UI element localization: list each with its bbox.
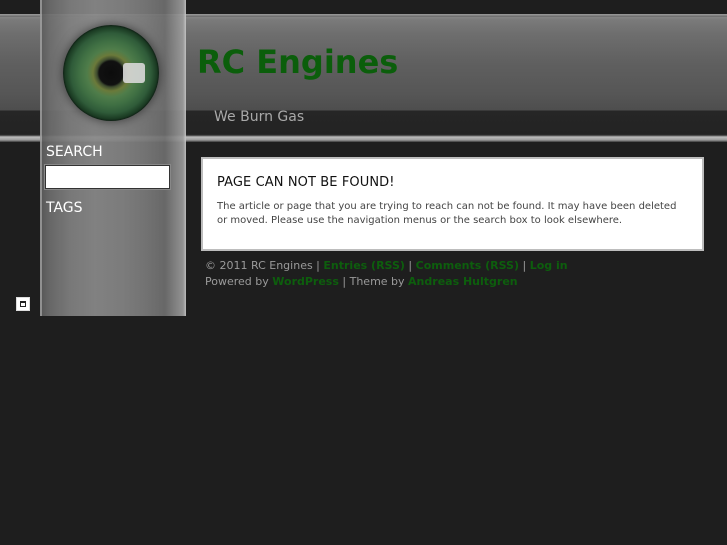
theme-author-link[interactable]: Andreas Hultgren xyxy=(408,275,518,288)
footer: © 2011 RC Engines | Entries (RSS) | Comm… xyxy=(205,258,568,290)
footer-line-2: Powered by WordPress | Theme by Andreas … xyxy=(205,274,568,290)
search-heading: SEARCH xyxy=(46,144,103,160)
entries-rss-link[interactable]: Entries (RSS) xyxy=(323,259,405,272)
comments-rss-link[interactable]: Comments (RSS) xyxy=(416,259,519,272)
wordpress-link[interactable]: WordPress xyxy=(272,275,339,288)
widget-icon-glyph xyxy=(20,301,26,307)
not-found-message: The article or page that you are trying … xyxy=(217,201,677,226)
site-tagline: We Burn Gas xyxy=(214,109,305,125)
login-link[interactable]: Log in xyxy=(530,259,568,272)
widget-icon[interactable] xyxy=(16,297,30,311)
search-input[interactable] xyxy=(44,164,171,190)
tags-heading: TAGS xyxy=(46,200,83,216)
footer-separator: | xyxy=(408,259,413,272)
not-found-heading: PAGE CAN NOT BE FOUND! xyxy=(217,175,395,190)
sidebar-edge xyxy=(40,0,42,316)
powered-by-text: Powered by xyxy=(205,275,269,288)
footer-line-1: © 2011 RC Engines | Entries (RSS) | Comm… xyxy=(205,258,568,274)
page: RC Engines We Burn Gas SEARCH TAGS PAGE … xyxy=(0,0,727,545)
not-found-box: PAGE CAN NOT BE FOUND! The article or pa… xyxy=(201,157,704,251)
eye-highlight xyxy=(123,63,145,83)
site-title-link[interactable]: RC Engines xyxy=(197,42,398,82)
eye-logo-icon[interactable] xyxy=(63,25,159,121)
copyright-text: © 2011 RC Engines | xyxy=(205,259,320,272)
footer-separator: | xyxy=(522,259,527,272)
theme-by-text: | Theme by xyxy=(342,275,405,288)
